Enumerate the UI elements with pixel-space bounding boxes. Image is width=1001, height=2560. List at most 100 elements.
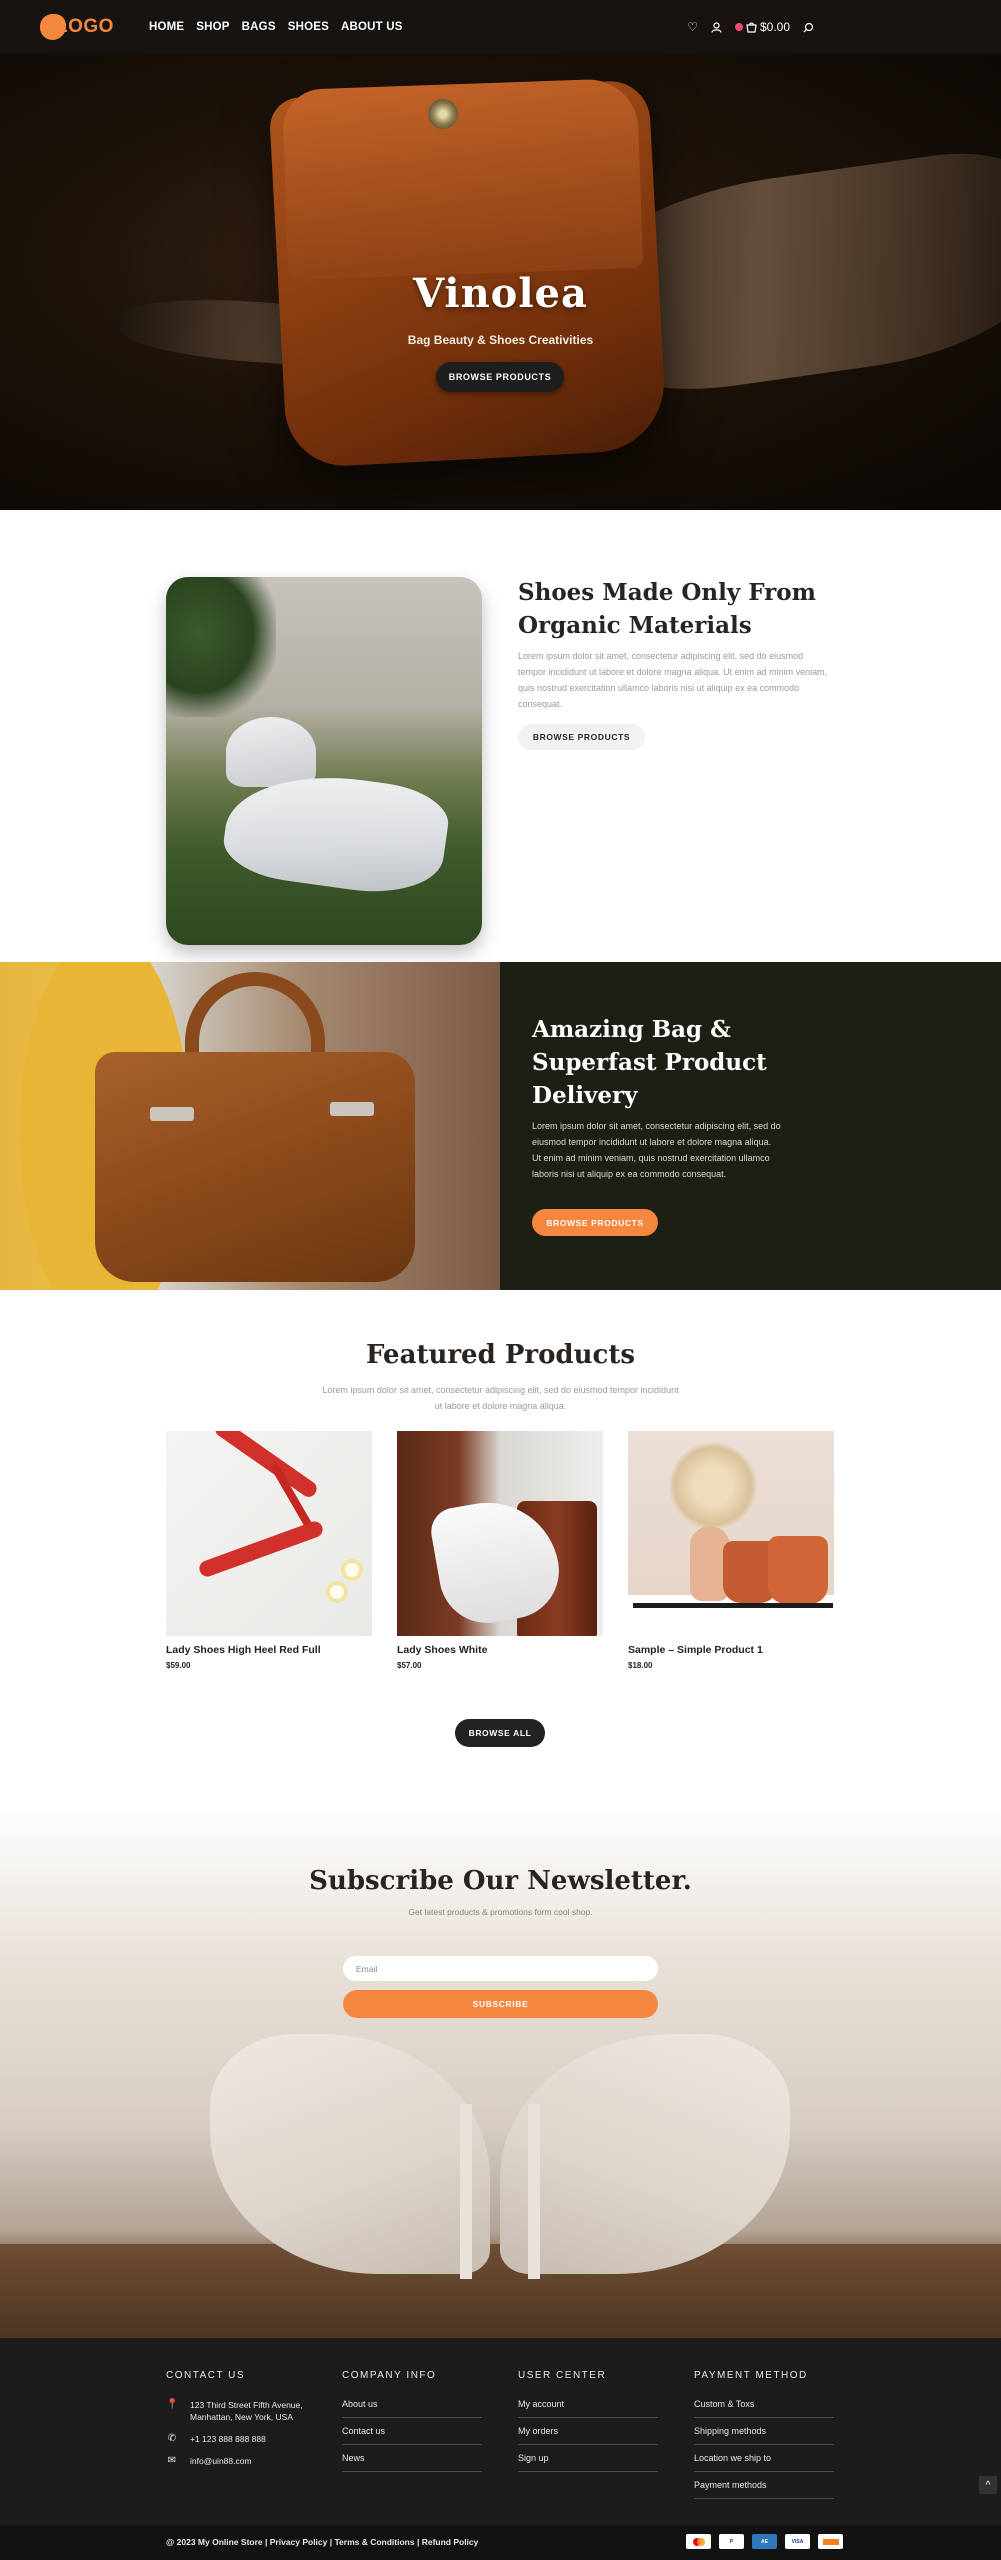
paypal-icon: P (719, 2534, 744, 2549)
hero-subtitle: Bag Beauty & Shoes Creativities (407, 333, 594, 347)
suede-handbag (95, 1052, 415, 1282)
phone-text[interactable]: +1 123 888 888 888 (190, 2433, 266, 2445)
red-heel-sole (197, 1519, 325, 1579)
bag-clasp-right (330, 1102, 374, 1116)
footer-company-info: COMPANY INFO About us Contact us News (342, 2370, 482, 2480)
location-pin-icon: 📍 (166, 2399, 179, 2410)
orange-bag-large (768, 1536, 828, 1604)
organic-text: Lorem ipsum dolor sit amet, consectetur … (518, 651, 828, 709)
copyright-text: @ 2023 My Online Store | Privacy Policy … (166, 2537, 479, 2547)
footer-link-payment-methods[interactable]: Payment methods (694, 2480, 834, 2499)
contact-phone: ✆ +1 123 888 888 888 (166, 2433, 306, 2445)
address-text: 123 Third Street Fifth Avenue, Manhattan… (190, 2400, 303, 2422)
footer-link-about-us[interactable]: About us (342, 2399, 482, 2418)
site-header: LOGO HOME SHOP BAGS SHOES ABOUT US ♡ $0.… (0, 0, 1001, 54)
footer-link-news[interactable]: News (342, 2453, 482, 2472)
discover-icon (818, 2534, 843, 2549)
product-name[interactable]: Sample – Simple Product 1 (628, 1644, 834, 1656)
footer-heading: COMPANY INFO (342, 2370, 437, 2381)
footer-payment-method: PAYMENT METHOD Custom & Toxs Shipping me… (694, 2370, 834, 2507)
user-icon[interactable] (711, 21, 722, 33)
product-card[interactable]: Lady Shoes High Heel Red Full $59.00 (166, 1431, 372, 1670)
bag-clasp-left (150, 1107, 194, 1121)
newsletter-title: Subscribe Our Newsletter. (309, 1866, 692, 1896)
wooden-floor (0, 2244, 1001, 2338)
bag-image (0, 962, 500, 1290)
footer-link-shipping-methods[interactable]: Shipping methods (694, 2426, 834, 2445)
organic-browse-products-button[interactable]: BROWSE PRODUCTS (518, 724, 645, 750)
red-heel-strap (212, 1431, 320, 1500)
bag-text: Lorem ipsum dolor sit amet, consectetur … (532, 1121, 781, 1179)
cart-icon (746, 22, 757, 33)
featured-subtitle: Lorem ipsum dolor sit amet, consectetur … (322, 1385, 679, 1411)
newsletter-subtitle: Get latest products & promotions form co… (408, 1907, 593, 1917)
email-input[interactable]: Email (343, 1956, 658, 1981)
mastercard-icon (686, 2534, 711, 2549)
footer-heading: CONTACT US (166, 2370, 246, 2381)
product-price: $59.00 (166, 1661, 191, 1670)
amex-icon: AE (752, 2534, 777, 2549)
footer-link-location[interactable]: Location we ship to (694, 2453, 834, 2472)
subscribe-button[interactable]: SUBSCRIBE (343, 1990, 658, 2018)
plant-foliage (166, 577, 276, 717)
product-card[interactable]: Lady Shoes White $57.00 (397, 1431, 603, 1670)
contact-email: ✉ info@uin88.com (166, 2455, 306, 2467)
hero-browse-products-button[interactable]: BROWSE PRODUCTS (436, 362, 564, 392)
main-nav: HOME SHOP BAGS SHOES ABOUT US (149, 21, 403, 33)
email-text[interactable]: info@uin88.com (190, 2455, 252, 2467)
footer (0, 2338, 1001, 2525)
product-price: $57.00 (397, 1661, 422, 1670)
logo-text: LOGO (56, 16, 114, 37)
bag-title: Amazing Bag & Superfast Product Delivery (532, 1016, 767, 1109)
footer-heading: PAYMENT METHOD (694, 2370, 808, 2381)
header-icons: ♡ $0.00 (687, 20, 814, 34)
phone-icon: ✆ (167, 2433, 177, 2444)
contact-address: 📍 123 Third Street Fifth Avenue, Manhatt… (166, 2399, 306, 2423)
visa-icon: VISA (785, 2534, 810, 2549)
footer-link-sign-up[interactable]: Sign up (518, 2453, 658, 2472)
cart-button[interactable]: $0.00 (734, 20, 790, 34)
footer-link-my-account[interactable]: My account (518, 2399, 658, 2418)
bag-browse-products-button[interactable]: BROWSE PRODUCTS (532, 1209, 658, 1236)
product-image[interactable] (166, 1431, 372, 1636)
footer-link-contact-us[interactable]: Contact us (342, 2426, 482, 2445)
mail-icon: ✉ (167, 2455, 177, 2466)
payment-icons: P AE VISA (686, 2534, 843, 2549)
nav-shoes[interactable]: SHOES (288, 21, 329, 33)
nav-shop[interactable]: SHOP (196, 21, 229, 33)
footer-link-custom-toxs[interactable]: Custom & Toxs (694, 2399, 834, 2418)
cart-total: $0.00 (759, 20, 790, 34)
stiletto-left (460, 2104, 472, 2279)
heart-icon[interactable]: ♡ (687, 20, 698, 34)
flower-decoration (341, 1559, 363, 1581)
nav-bags[interactable]: BAGS (242, 21, 276, 33)
footer-user-center: USER CENTER My account My orders Sign up (518, 2370, 658, 2480)
product-name[interactable]: Lady Shoes White (397, 1644, 603, 1656)
organic-title: Shoes Made Only From Organic Materials (518, 579, 816, 639)
featured-title: Featured Products (366, 1340, 635, 1370)
nav-home[interactable]: HOME (149, 21, 184, 33)
product-image[interactable] (628, 1431, 834, 1636)
footer-contact: CONTACT US 📍 123 Third Street Fifth Aven… (166, 2370, 306, 2477)
product-price: $18.00 (628, 1661, 653, 1670)
nav-about-us[interactable]: ABOUT US (341, 21, 403, 33)
product-image[interactable] (397, 1431, 603, 1636)
flower-decoration (326, 1581, 348, 1603)
cart-count-badge (734, 23, 743, 31)
white-pump-right (500, 2034, 790, 2274)
white-pump-left (210, 2034, 490, 2274)
footer-bottom-bar (0, 2525, 1001, 2560)
side-table (633, 1603, 833, 1608)
footer-link-my-orders[interactable]: My orders (518, 2426, 658, 2445)
organic-shoes-image (166, 577, 482, 945)
logo[interactable]: LOGO (40, 14, 114, 40)
browse-all-button[interactable]: BROWSE ALL (455, 1719, 545, 1747)
hero-pouch-flap (281, 77, 644, 281)
search-icon[interactable] (803, 22, 814, 33)
product-card[interactable]: Sample – Simple Product 1 $18.00 (628, 1431, 834, 1670)
hero-title: Vinolea (413, 270, 588, 317)
stiletto-right (528, 2104, 540, 2279)
footer-heading: USER CENTER (518, 2370, 607, 2381)
scroll-to-top-button[interactable]: ^ (979, 2476, 997, 2494)
product-name[interactable]: Lady Shoes High Heel Red Full (166, 1644, 372, 1656)
